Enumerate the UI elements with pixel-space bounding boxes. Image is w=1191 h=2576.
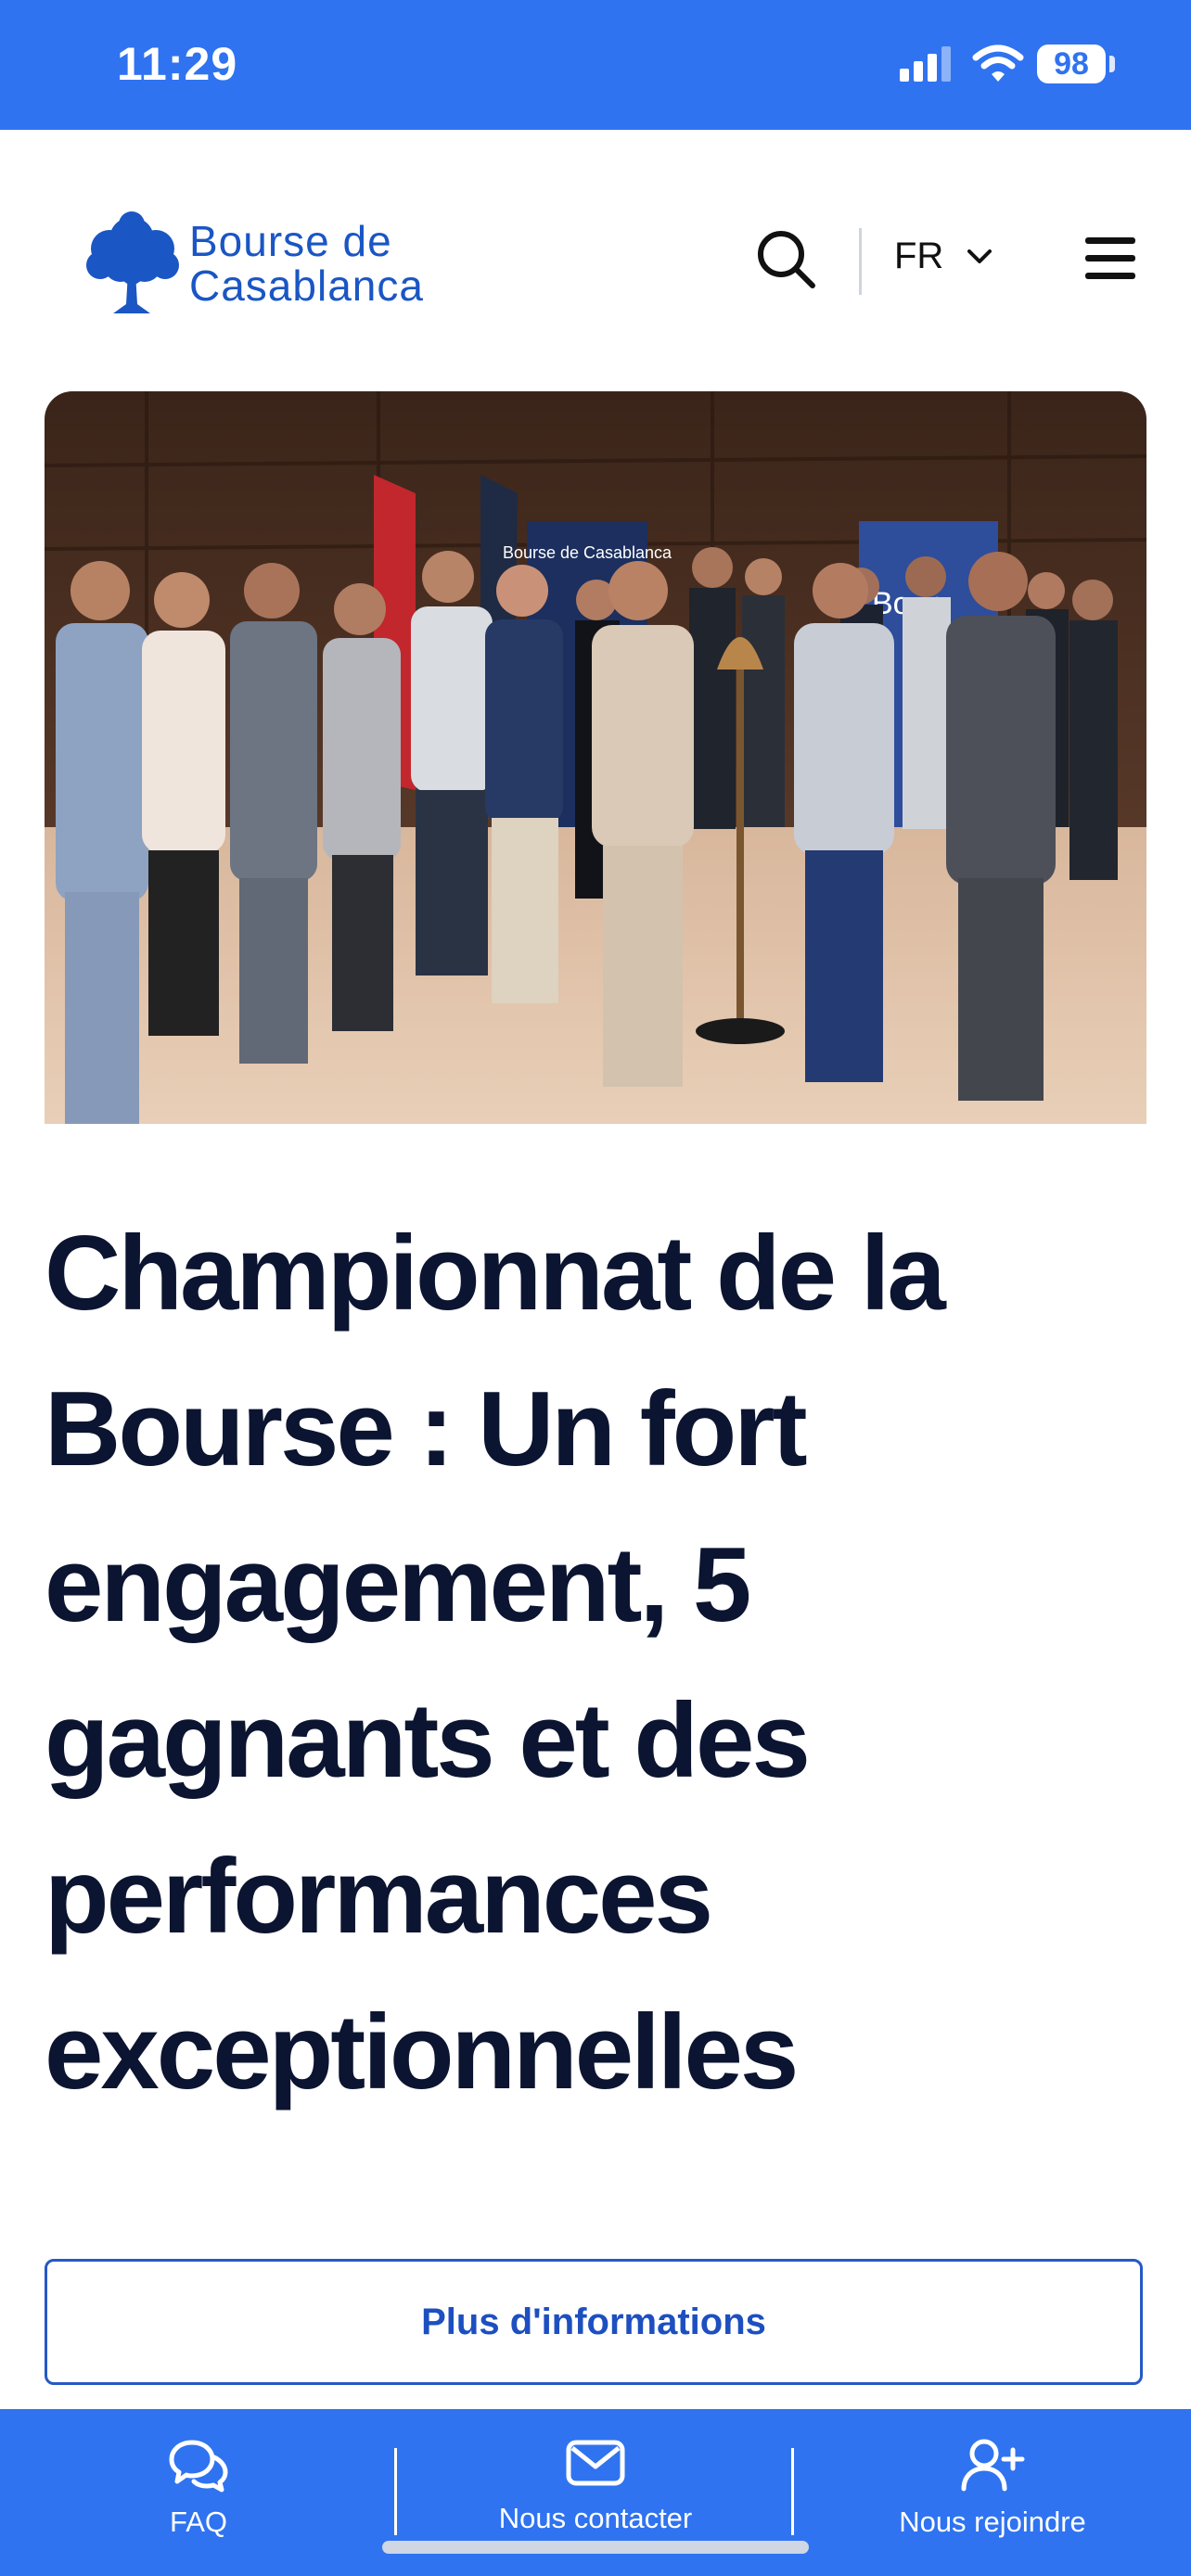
nav-item-join[interactable]: Nous rejoindre [794,2409,1191,2576]
site-header: Bourse de Casablanca FR [0,130,1191,389]
nav-label-join: Nous rejoindre [899,2506,1086,2538]
header-divider [859,228,862,295]
nav-label-contact: Nous contacter [498,2502,693,2534]
language-selector[interactable]: FR [894,236,992,277]
hero-image[interactable]: Bourse de Casablanca Bour [45,391,1146,1124]
search-icon[interactable] [753,226,818,291]
wifi-icon [972,45,1024,82]
chevron-down-icon [967,249,992,263]
status-time: 11:29 [117,38,238,90]
logo-line-1: Bourse de [189,217,392,265]
logo-wordmark[interactable]: Bourse de Casablanca [189,219,424,308]
hamburger-menu-icon[interactable] [1085,237,1135,284]
tree-logo-icon[interactable] [83,211,180,315]
chat-bubbles-icon [169,2440,228,2493]
group-photo: Bourse de Casablanca Bour [45,391,1146,1124]
podium-logo-text: Bourse de Casablanca [503,543,672,562]
language-label: FR [894,236,944,276]
envelope-icon [566,2440,625,2486]
status-bar: 11:29 98 [0,0,1191,130]
more-info-button[interactable]: Plus d'informations [45,2259,1143,2385]
battery-indicator: 98 [1037,45,1106,83]
battery-tip [1109,56,1115,72]
nav-item-faq[interactable]: FAQ [0,2409,397,2576]
logo-line-2: Casablanca [189,261,424,310]
nav-label-faq: FAQ [169,2506,227,2538]
user-plus-icon [961,2439,1025,2492]
cellular-signal-icon [900,46,951,82]
article-title[interactable]: Championnat de la Bourse : Un fort engag… [45,1196,1111,2131]
home-indicator[interactable] [382,2541,809,2554]
